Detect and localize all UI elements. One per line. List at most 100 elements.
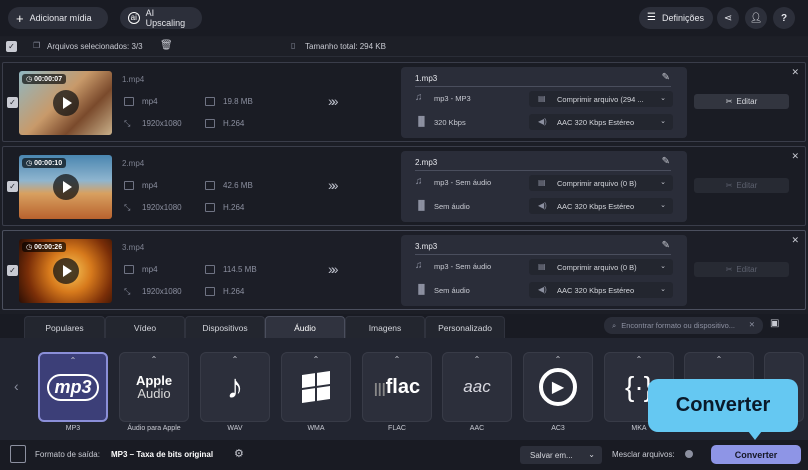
- chevron-down-icon: ⌄: [660, 286, 666, 293]
- audio-dropdown[interactable]: ◀) AAC 320 Kbps Estéreo ⌄: [529, 198, 673, 214]
- bottom-bar: Formato de saída: MP3 – Taxa de bits ori…: [0, 440, 808, 470]
- row-checkbox[interactable]: ✓: [7, 181, 18, 192]
- container-icon: [124, 97, 134, 106]
- gear-icon[interactable]: ⚙: [234, 447, 244, 460]
- play-icon[interactable]: [53, 90, 79, 116]
- file-row[interactable]: ✓ ◷ 00:00:10 2.mp4 mp4 42.6 MB ⤡ 1920x10…: [2, 146, 806, 226]
- save-to-dropdown[interactable]: Salvar em... ⌄: [520, 446, 602, 464]
- close-icon[interactable]: ✕: [791, 67, 799, 78]
- compress-value: Comprimir arquivo (0 B): [557, 262, 637, 272]
- format-aac[interactable]: ⌃ aac: [442, 352, 512, 422]
- tab-imagens[interactable]: Imagens: [345, 316, 425, 338]
- edit-button[interactable]: ✂ Editar: [694, 94, 789, 109]
- compress-dropdown[interactable]: ▤ Comprimir arquivo (0 B) ⌄: [529, 259, 673, 275]
- music-icon: ♫: [415, 260, 423, 271]
- tooltip-text: Converter: [675, 394, 771, 416]
- chevron-up-icon: ⌃: [69, 356, 77, 365]
- ai-upscaling-button[interactable]: ai AI Upscaling: [120, 7, 202, 29]
- music-note-icon: ♪: [226, 367, 244, 406]
- bitrate: 320 Kbps: [434, 118, 466, 127]
- edit-button[interactable]: ✂ Editar: [694, 178, 789, 193]
- audio-value: AAC 320 Kbps Estéreo: [557, 117, 635, 127]
- tab-dispositivos[interactable]: Dispositivos: [185, 316, 265, 338]
- format-wav[interactable]: ⌃ ♪: [200, 352, 270, 422]
- video-thumbnail[interactable]: ◷ 00:00:07: [19, 71, 112, 135]
- compress-dropdown[interactable]: ▤ Comprimir arquivo (0 B) ⌄: [529, 175, 673, 191]
- help-button[interactable]: ?: [773, 7, 795, 29]
- account-button[interactable]: 👤︎: [745, 7, 767, 29]
- file-row[interactable]: ✓ ◷ 00:00:26 3.mp4 mp4 114.5 MB ⤡ 1920x1…: [2, 230, 806, 310]
- format-flac[interactable]: ⌃ |||flac: [362, 352, 432, 422]
- chevron-up-icon: ⌃: [231, 355, 239, 364]
- chevron-up-icon: ⌃: [715, 355, 723, 364]
- filesize: 114.5 MB: [223, 265, 257, 274]
- select-all-checkbox[interactable]: ✓: [6, 41, 17, 52]
- settings-button[interactable]: ☰ Definições: [639, 7, 713, 29]
- search-icon: ⌕: [612, 320, 617, 330]
- convert-tooltip: Converter: [648, 379, 798, 440]
- close-icon[interactable]: ✕: [791, 151, 799, 162]
- output-format: mp3 - MP3: [434, 94, 471, 103]
- convert-button[interactable]: Converter: [711, 445, 801, 464]
- format-label: FLAC: [388, 425, 406, 432]
- row-checkbox[interactable]: ✓: [7, 265, 18, 276]
- ac3-play-icon: ▶: [539, 368, 577, 406]
- bitrate: Sem áudio: [434, 286, 470, 295]
- scroll-left-icon[interactable]: ‹: [14, 378, 19, 394]
- edit-name-icon[interactable]: ✎: [662, 240, 670, 251]
- share-button[interactable]: ⋖: [717, 7, 739, 29]
- compress-dropdown[interactable]: ▤ Comprimir arquivo (294 ... ⌄: [529, 91, 673, 107]
- tab-audio[interactable]: Áudio: [265, 316, 345, 338]
- bitrate-icon: ▐▌: [415, 116, 428, 126]
- divider: [415, 86, 671, 87]
- speaker-icon: ◀): [538, 201, 547, 210]
- audio-dropdown[interactable]: ◀) AAC 320 Kbps Estéreo ⌄: [529, 114, 673, 130]
- output-filename: 3.mp3: [415, 242, 438, 251]
- video-thumbnail[interactable]: ◷ 00:00:26: [19, 239, 112, 303]
- music-icon: ♫: [415, 92, 423, 103]
- format-search-input[interactable]: ⌕ Encontrar formato ou dispositivo... ✕: [604, 317, 763, 334]
- play-icon[interactable]: [53, 174, 79, 200]
- audio-value: AAC 320 Kbps Estéreo: [557, 201, 635, 211]
- video-thumbnail[interactable]: ◷ 00:00:10: [19, 155, 112, 219]
- file-row[interactable]: ✓ ◷ 00:00:07 1.mp4 mp4 19.8 MB ⤡ 1920x10…: [2, 62, 806, 142]
- tab-populares[interactable]: Populares: [24, 316, 105, 338]
- format-apple-audio[interactable]: ⌃ Apple Audio: [119, 352, 189, 422]
- merge-label: Mesclar arquivos:: [612, 450, 675, 459]
- scissors-icon: ✂: [725, 265, 733, 274]
- edit-name-icon[interactable]: ✎: [662, 156, 670, 167]
- scissors-icon: ✂: [725, 97, 733, 106]
- chevron-up-icon: ⌃: [312, 355, 320, 364]
- file-icon: ▯: [291, 41, 296, 50]
- tab-label: Imagens: [368, 322, 402, 333]
- codec-icon: [205, 287, 215, 296]
- add-media-button[interactable]: + Adicionar mídia: [8, 7, 108, 29]
- merge-toggle[interactable]: [685, 450, 693, 458]
- output-format-value[interactable]: MP3 – Taxa de bits original: [111, 450, 213, 459]
- convert-arrow-icon: »»: [328, 93, 338, 109]
- format-ac3[interactable]: ⌃ ▶: [523, 352, 593, 422]
- tab-personalizado[interactable]: Personalizado: [425, 316, 505, 338]
- selected-count: Arquivos selecionados: 3/3: [47, 42, 143, 51]
- filesize-icon: [205, 181, 215, 190]
- output-filename: 2.mp3: [415, 158, 438, 167]
- device-detect-icon[interactable]: ▣: [770, 318, 779, 329]
- tab-video[interactable]: Vídeo: [105, 316, 185, 338]
- close-icon[interactable]: ✕: [791, 235, 799, 246]
- output-panel: 1.mp3 ✎ ♫ mp3 - MP3 ▤ Comprimir arquivo …: [401, 67, 687, 138]
- edit-name-icon[interactable]: ✎: [662, 72, 670, 83]
- edit-button[interactable]: ✂ Editar: [694, 262, 789, 277]
- clear-icon[interactable]: ✕: [749, 320, 755, 329]
- bitrate: Sem áudio: [434, 202, 470, 211]
- format-wma[interactable]: ⌃: [281, 352, 351, 422]
- delete-icon[interactable]: 🗑︎: [160, 40, 173, 51]
- play-icon[interactable]: [53, 258, 79, 284]
- top-toolbar: + Adicionar mídia ai AI Upscaling ☰ Defi…: [0, 0, 808, 36]
- format-mp3[interactable]: ⌃ mp3: [38, 352, 108, 422]
- audio-dropdown[interactable]: ◀) AAC 320 Kbps Estéreo ⌄: [529, 282, 673, 298]
- container-icon: [124, 181, 134, 190]
- duration-badge: ◷ 00:00:26: [22, 242, 67, 252]
- filesize: 42.6 MB: [223, 181, 253, 190]
- chevron-down-icon: ⌄: [660, 179, 666, 186]
- row-checkbox[interactable]: ✓: [7, 97, 18, 108]
